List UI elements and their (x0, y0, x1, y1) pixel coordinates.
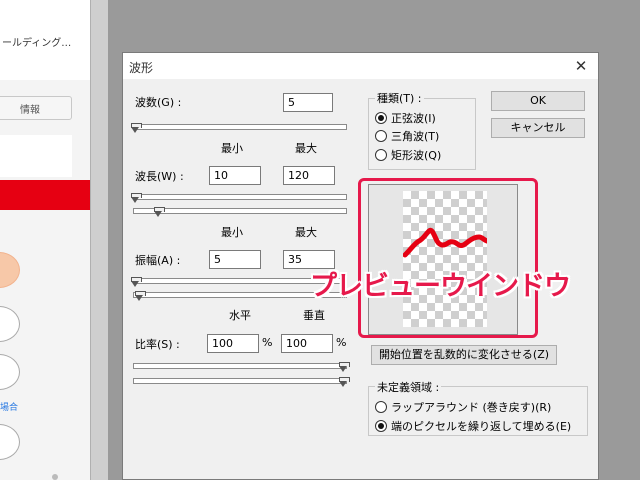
amplitude-min-header: 最小 (221, 226, 243, 239)
background-circle[interactable] (0, 306, 20, 342)
wave-type-square[interactable]: 矩形波(Q) (375, 147, 441, 163)
scale-label: 比率(S) : (135, 338, 180, 351)
radio-icon[interactable] (375, 401, 387, 413)
wave-type-sine-label: 正弦波(I) (391, 112, 436, 125)
radio-icon[interactable] (375, 149, 387, 161)
scale-horizontal-slider[interactable] (133, 362, 350, 372)
preview-annotation-frame (358, 178, 538, 338)
undefined-area-title: 未定義領域 : (375, 379, 442, 395)
scale-vertical-slider[interactable] (133, 377, 350, 387)
background-red-banner (0, 180, 90, 210)
background-circle[interactable] (0, 424, 20, 460)
scale-vertical-slider-thumb[interactable] (339, 377, 350, 387)
dialog-titlebar: 波形 ✕ (123, 53, 598, 79)
wave-count-input[interactable] (283, 93, 333, 112)
radio-selected-icon[interactable] (375, 112, 387, 124)
undefined-area-repeat[interactable]: 端のピクセルを繰り返して埋める(E) (375, 418, 571, 434)
close-icon[interactable]: ✕ (572, 57, 590, 75)
amplitude-min-slider-thumb[interactable] (131, 277, 142, 287)
scale-vertical-header: 垂直 (303, 309, 325, 322)
undefined-area-wrap[interactable]: ラップアラウンド (巻き戻す)(R) (375, 399, 551, 415)
scale-vertical-input[interactable] (281, 334, 333, 353)
wavelength-min-slider-thumb[interactable] (131, 193, 142, 203)
wavelength-max-input[interactable] (283, 166, 335, 185)
amplitude-max-header: 最大 (295, 226, 317, 239)
wave-count-slider[interactable] (131, 123, 347, 133)
wavelength-max-slider[interactable] (133, 207, 347, 217)
radio-selected-icon[interactable] (375, 420, 387, 432)
wavelength-max-header: 最大 (295, 142, 317, 155)
wave-count-slider-thumb[interactable] (131, 123, 142, 133)
background-circle[interactable] (0, 354, 20, 390)
undefined-area-repeat-label: 端のピクセルを繰り返して埋める(E) (391, 420, 572, 433)
background-dot (52, 474, 58, 480)
background-page: ールディング… 情報 場合 (0, 0, 90, 480)
preview-annotation-label: プレビューウインドウ (310, 271, 571, 302)
background-link[interactable]: 場合 (0, 400, 18, 413)
amplitude-min-input[interactable] (209, 250, 261, 269)
background-divider (90, 0, 108, 480)
scale-horizontal-unit: % (262, 336, 273, 349)
background-title: ールディング… (2, 38, 72, 49)
amplitude-label: 振幅(A) : (135, 254, 181, 267)
wave-type-sine[interactable]: 正弦波(I) (375, 110, 436, 126)
wave-type-triangle[interactable]: 三角波(T) (375, 128, 439, 144)
background-card (0, 135, 72, 177)
wavelength-min-input[interactable] (209, 166, 261, 185)
background-circle-orange[interactable] (0, 252, 20, 288)
scale-vertical-unit: % (336, 336, 347, 349)
wave-type-triangle-label: 三角波(T) (391, 130, 440, 143)
randomize-start-button[interactable]: 開始位置を乱数的に変化させる(Z) (371, 345, 557, 365)
scale-horizontal-slider-thumb[interactable] (339, 362, 350, 372)
cancel-button[interactable]: キャンセル (491, 118, 585, 138)
wave-type-title: 種類(T) : (375, 90, 424, 106)
dialog-title: 波形 (129, 61, 154, 75)
wave-type-square-label: 矩形波(Q) (391, 149, 442, 162)
scale-horizontal-header: 水平 (229, 309, 251, 322)
wavelength-min-header: 最小 (221, 142, 243, 155)
wavelength-label: 波長(W) : (135, 170, 184, 183)
wavelength-max-slider-thumb[interactable] (154, 207, 165, 217)
radio-icon[interactable] (375, 130, 387, 142)
wavelength-min-slider[interactable] (131, 193, 347, 203)
amplitude-max-slider-thumb[interactable] (135, 291, 146, 301)
background-info-button[interactable]: 情報 (0, 96, 72, 120)
scale-horizontal-input[interactable] (207, 334, 259, 353)
wave-count-label: 波数(G) : (135, 96, 182, 109)
undefined-area-wrap-label: ラップアラウンド (巻き戻す)(R) (391, 401, 552, 414)
ok-button[interactable]: OK (491, 91, 585, 111)
